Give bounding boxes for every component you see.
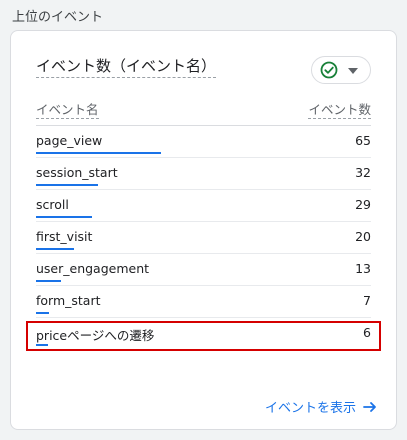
caret-down-icon <box>348 68 358 74</box>
column-header-event-name[interactable]: イベント名 <box>36 99 99 119</box>
table-row[interactable]: user_engagement 13 <box>36 254 371 286</box>
highlight-annotation <box>26 321 381 351</box>
event-count: 65 <box>355 133 371 148</box>
view-events-link[interactable]: イベントを表示 <box>265 397 378 416</box>
table-row[interactable]: page_view 65 <box>36 126 371 158</box>
check-circle-icon <box>320 61 338 79</box>
arrow-right-icon <box>363 401 376 412</box>
card-title[interactable]: イベント数（イベント名） <box>36 55 217 78</box>
event-share-bar <box>36 216 92 218</box>
event-share-bar <box>36 312 49 314</box>
event-name: scroll <box>36 197 69 212</box>
event-share-bar <box>36 184 98 186</box>
top-events-card: イベント数（イベント名） イベント名 イベント数 page_view 65 se… <box>10 30 397 430</box>
section-title: 上位のイベント <box>12 10 104 25</box>
event-table: page_view 65 session_start 32 scroll 29 … <box>36 126 371 350</box>
event-count: 13 <box>355 261 371 276</box>
event-count: 20 <box>355 229 371 244</box>
event-name: session_start <box>36 165 118 180</box>
event-share-bar <box>36 280 61 282</box>
table-row[interactable]: session_start 32 <box>36 158 371 190</box>
view-events-label: イベントを表示 <box>264 401 356 416</box>
event-name: page_view <box>36 133 103 148</box>
event-name: first_visit <box>36 229 93 244</box>
event-share-bar <box>36 152 161 154</box>
table-row[interactable]: form_start 7 <box>36 286 371 318</box>
event-count: 7 <box>363 293 371 308</box>
event-name: form_start <box>36 293 101 308</box>
column-header-event-count[interactable]: イベント数 <box>308 99 371 119</box>
status-dropdown[interactable] <box>311 56 371 84</box>
table-row[interactable]: scroll 29 <box>36 190 371 222</box>
event-name: user_engagement <box>36 261 150 276</box>
table-row[interactable]: first_visit 20 <box>36 222 371 254</box>
event-share-bar <box>36 248 74 250</box>
event-count: 29 <box>355 197 371 212</box>
event-count: 32 <box>355 165 371 180</box>
